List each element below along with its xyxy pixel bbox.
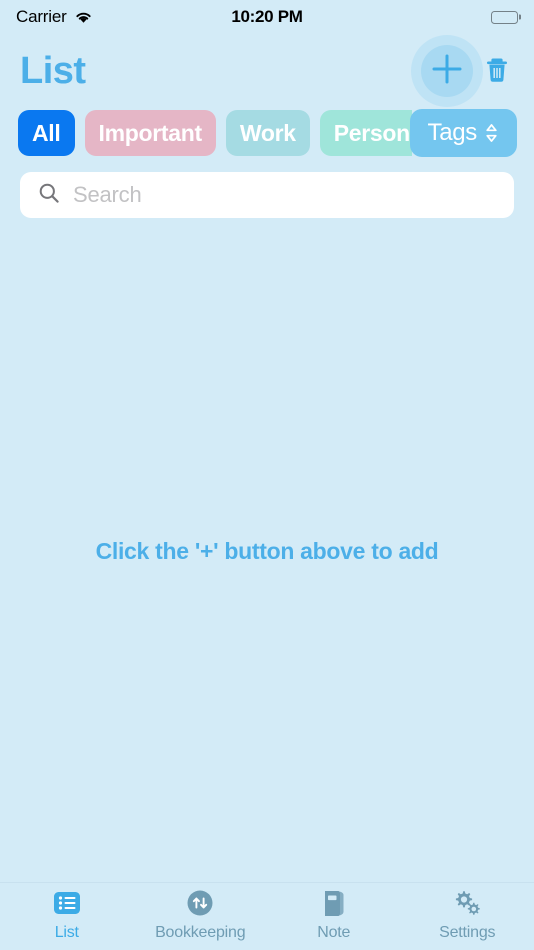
filter-chip-label: Personal	[333, 119, 412, 146]
search-input[interactable]: Search	[73, 182, 142, 208]
filter-chip-row[interactable]: All Important Work Personal Tags	[0, 108, 534, 158]
tab-label: Settings	[439, 924, 496, 941]
status-bar-right	[491, 10, 521, 24]
status-bar: Carrier 10:20 PM	[0, 0, 534, 34]
chevron-up-down-icon	[484, 122, 499, 144]
filter-chip-important[interactable]: Important	[84, 110, 216, 156]
tags-selector-label: Tags	[427, 119, 478, 146]
battery-icon	[491, 10, 521, 24]
header-actions	[411, 35, 514, 107]
tab-bar[interactable]: List Bookkeeping Note Settings	[0, 882, 534, 950]
book-icon	[317, 887, 351, 919]
search-icon	[38, 182, 60, 209]
gears-icon	[450, 887, 484, 919]
tab-label: Bookkeeping	[155, 924, 246, 941]
carrier-label: Carrier	[16, 7, 67, 26]
transfer-icon	[183, 887, 217, 919]
list-icon	[50, 887, 84, 919]
page-title: List	[20, 49, 86, 92]
plus-icon	[430, 52, 464, 91]
filter-chip-all[interactable]: All	[18, 110, 75, 156]
tab-note[interactable]: Note	[267, 887, 401, 942]
tab-label: Note	[317, 924, 351, 941]
search-bar[interactable]: Search	[20, 172, 514, 218]
wifi-icon	[74, 10, 93, 24]
tags-selector-button[interactable]: Tags	[409, 109, 517, 157]
delete-button[interactable]	[480, 51, 514, 91]
tab-settings[interactable]: Settings	[401, 887, 534, 942]
trash-icon	[483, 53, 511, 90]
status-bar-left: Carrier	[16, 7, 93, 27]
filter-chip-label: All	[32, 119, 61, 146]
tab-label: List	[54, 924, 79, 941]
tab-list[interactable]: List	[0, 887, 134, 942]
add-button[interactable]	[411, 35, 483, 107]
filter-chip-work[interactable]: Work	[225, 110, 310, 156]
filter-chip-personal[interactable]: Personal	[319, 110, 412, 156]
empty-state-message: Click the '+' button above to add	[95, 538, 439, 564]
filter-chip-label: Work	[239, 119, 296, 146]
tab-bookkeeping[interactable]: Bookkeeping	[134, 887, 268, 942]
page-header: List	[0, 35, 534, 107]
filter-chip-label: Important	[98, 119, 203, 146]
